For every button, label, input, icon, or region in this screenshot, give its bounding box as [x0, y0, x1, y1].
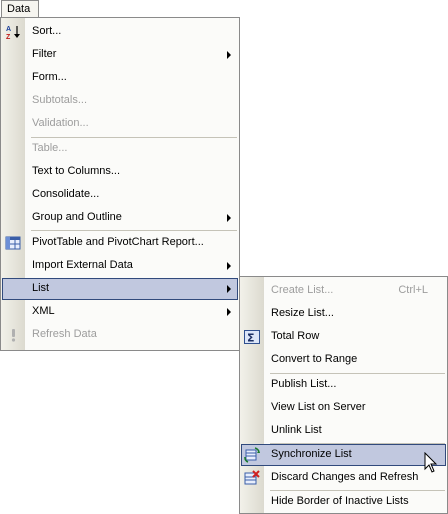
- menu-item-publish-list[interactable]: Publish List...: [241, 374, 446, 396]
- mouse-cursor-icon: [424, 452, 438, 473]
- menu-item-label: View List on Server: [271, 401, 366, 413]
- menu-item-consolidate[interactable]: Consolidate...: [2, 184, 238, 206]
- menu-item-convert-to-range[interactable]: Convert to Range: [241, 349, 446, 371]
- menu-item-label: Total Row: [271, 330, 320, 342]
- menu-item-label: List: [32, 282, 50, 294]
- menu-item-label: Discard Changes and Refresh: [271, 471, 419, 483]
- menu-item-label: Publish List...: [271, 378, 337, 390]
- menu-item-discard-changes[interactable]: Discard Changes and Refresh: [241, 467, 446, 489]
- menu-separator: [31, 230, 237, 231]
- menu-item-import-external-data[interactable]: Import External Data: [2, 255, 238, 277]
- menu-item-label: Refresh Data: [32, 328, 97, 340]
- menu-item-sort[interactable]: A Z Sort...: [2, 21, 238, 43]
- menu-item-label: Create List...: [271, 284, 334, 296]
- menu-item-unlink-list[interactable]: Unlink List: [241, 420, 446, 442]
- menu-item-label: Sort...: [32, 25, 62, 37]
- menu-item-label: Filter: [32, 48, 57, 60]
- sigma-icon: Σ: [244, 329, 260, 345]
- menu-item-label: Consolidate...: [32, 188, 100, 200]
- submenu-arrow-icon: [227, 214, 231, 222]
- menu-item-shortcut: Ctrl+L: [398, 284, 428, 296]
- menu-item-refresh-data: Refresh Data: [2, 324, 238, 346]
- menu-item-group-and-outline[interactable]: Group and Outline: [2, 207, 238, 229]
- menu-item-xml[interactable]: XML: [2, 301, 238, 323]
- menu-item-table: Table...: [2, 138, 238, 160]
- menu-item-synchronize-list[interactable]: Synchronize List: [241, 444, 446, 466]
- menu-item-filter[interactable]: Filter: [2, 44, 238, 66]
- menu-item-label: Convert to Range: [271, 353, 358, 365]
- menu-item-label: Group and Outline: [32, 211, 122, 223]
- submenu-arrow-icon: [227, 262, 231, 270]
- submenu-arrow-icon: [227, 285, 231, 293]
- menu-item-label: Form...: [32, 71, 67, 83]
- menu-item-label: XML: [32, 305, 55, 317]
- menu-item-label: Validation...: [32, 117, 89, 129]
- discard-changes-icon: [244, 470, 260, 486]
- data-menu: A Z Sort... Filter Form... Subtotals... …: [0, 17, 240, 351]
- menu-item-view-list-on-server[interactable]: View List on Server: [241, 397, 446, 419]
- sort-ascending-icon: A Z: [5, 24, 21, 41]
- menu-item-label: Text to Columns...: [32, 165, 121, 177]
- submenu-arrow-icon: [227, 308, 231, 316]
- menu-item-form[interactable]: Form...: [2, 67, 238, 89]
- menu-item-pivottable[interactable]: PivotTable and PivotChart Report...: [2, 232, 238, 254]
- synchronize-icon: [244, 447, 260, 463]
- menu-item-label: PivotTable and PivotChart Report...: [32, 236, 204, 248]
- svg-text:A: A: [6, 26, 11, 33]
- menu-item-total-row[interactable]: Σ Total Row: [241, 326, 446, 348]
- menu-data-tab-label: Data: [7, 3, 31, 15]
- menu-item-hide-border[interactable]: Hide Border of Inactive Lists: [241, 491, 446, 513]
- menu-item-label: Import External Data: [32, 259, 133, 271]
- menu-item-subtotals: Subtotals...: [2, 90, 238, 112]
- list-submenu: Create List... Ctrl+L Resize List... Σ T…: [239, 276, 448, 514]
- refresh-exclamation-icon: [5, 327, 21, 343]
- svg-text:Σ: Σ: [247, 332, 255, 345]
- menu-item-label: Synchronize List: [271, 448, 352, 460]
- menu-item-label: Resize List...: [271, 307, 334, 319]
- pivottable-icon: [5, 235, 21, 251]
- menu-data-tab[interactable]: Data: [1, 0, 39, 17]
- menu-item-validation: Validation...: [2, 113, 238, 135]
- menu-item-create-list: Create List... Ctrl+L: [241, 280, 446, 302]
- menu-item-label: Subtotals...: [32, 94, 88, 106]
- menu-item-label: Unlink List: [271, 424, 322, 436]
- svg-text:Z: Z: [6, 34, 11, 40]
- menu-item-label: Hide Border of Inactive Lists: [271, 495, 409, 507]
- menu-item-resize-list[interactable]: Resize List...: [241, 303, 446, 325]
- submenu-arrow-icon: [227, 51, 231, 59]
- menu-item-text-to-columns[interactable]: Text to Columns...: [2, 161, 238, 183]
- menu-item-label: Table...: [32, 142, 68, 154]
- menu-item-list[interactable]: List: [2, 278, 238, 300]
